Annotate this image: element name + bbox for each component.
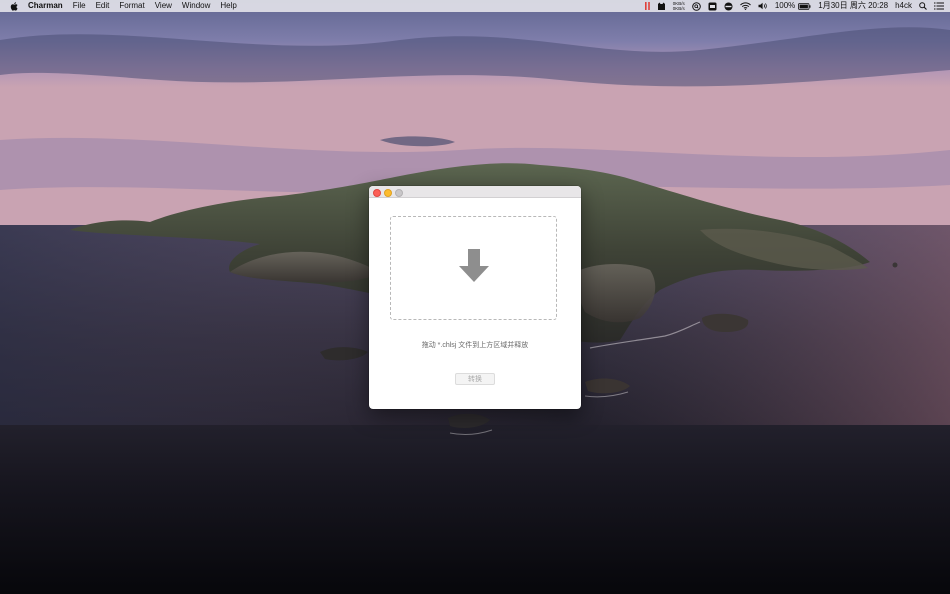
- username[interactable]: h4ck: [895, 0, 912, 12]
- close-button[interactable]: [373, 189, 381, 197]
- cat-icon[interactable]: [657, 0, 666, 12]
- control-center-icon[interactable]: [934, 0, 944, 12]
- network-speed[interactable]: 0KB/s 0KB/s: [673, 1, 685, 11]
- vpn-icon[interactable]: [724, 0, 733, 12]
- spotlight-icon[interactable]: [919, 0, 927, 12]
- menu-window[interactable]: Window: [182, 0, 210, 12]
- clock[interactable]: 1月30日 周六 20:28: [818, 0, 888, 12]
- title-bar[interactable]: [369, 186, 581, 198]
- menu-view[interactable]: View: [155, 0, 172, 12]
- file-drop-zone[interactable]: [390, 216, 557, 320]
- wifi-icon[interactable]: [739, 0, 751, 12]
- minimize-button[interactable]: [384, 189, 392, 197]
- app-window: 拖动 *.chlsj 文件到上方区域并释放 转换: [369, 186, 581, 409]
- net-down: 0KB/s: [672, 6, 685, 11]
- drop-hint-text: 拖动 *.chlsj 文件到上方区域并释放: [421, 342, 529, 349]
- zoom-button: [395, 189, 403, 197]
- apple-icon[interactable]: [10, 1, 18, 11]
- app-menu[interactable]: Charman: [28, 0, 63, 12]
- menu-edit[interactable]: Edit: [96, 0, 110, 12]
- convert-button[interactable]: 转换: [455, 373, 495, 385]
- menu-bar-left: Charman File Edit Format View Window Hel…: [0, 0, 247, 12]
- download-arrow-icon: [458, 248, 489, 288]
- menu-bar: Charman File Edit Format View Window Hel…: [0, 0, 950, 12]
- menu-format[interactable]: Format: [119, 0, 144, 12]
- search-bubble-icon[interactable]: [692, 0, 701, 12]
- desktop: Charman File Edit Format View Window Hel…: [0, 0, 950, 594]
- pause-icon[interactable]: [644, 0, 650, 12]
- menu-file[interactable]: File: [73, 0, 86, 12]
- box-icon[interactable]: [708, 0, 717, 12]
- volume-icon[interactable]: [758, 0, 768, 12]
- menu-bar-status: 0KB/s 0KB/s 100% 1月30日 周六 20:28 h4ck: [638, 0, 944, 12]
- battery-icon[interactable]: [798, 0, 811, 12]
- menu-help[interactable]: Help: [220, 0, 236, 12]
- battery-percent: 100%: [774, 1, 796, 10]
